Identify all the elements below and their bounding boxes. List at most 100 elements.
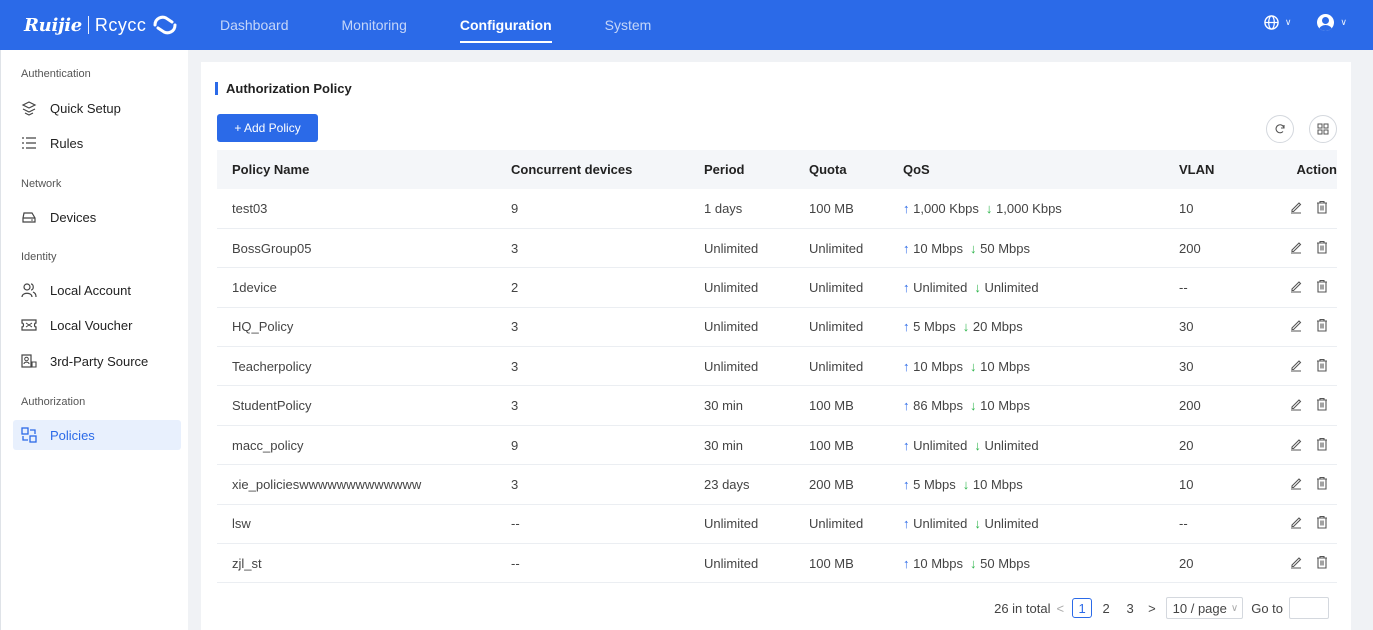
arrow-up-icon: ↑ — [903, 555, 910, 571]
sidebar-item-local-voucher[interactable]: Local Voucher — [13, 310, 181, 340]
cell-action — [1275, 228, 1337, 269]
sidebar-item-quick-setup[interactable]: Quick Setup — [13, 93, 181, 123]
edit-icon[interactable] — [1289, 437, 1303, 451]
cell-period: 30 min — [704, 385, 809, 426]
tab-system[interactable]: System — [605, 0, 652, 50]
table-row: test03 9 1 days 100 MB ↑ 1,000 Kbps ↓ 1,000 K… — [217, 189, 1337, 229]
delete-icon[interactable] — [1315, 555, 1329, 569]
column-header-quota[interactable]: Quota — [809, 150, 903, 189]
cell-action — [1275, 464, 1337, 505]
edit-icon[interactable] — [1289, 397, 1303, 411]
edit-icon[interactable] — [1289, 240, 1303, 254]
edit-icon[interactable] — [1289, 279, 1303, 293]
delete-icon[interactable] — [1315, 240, 1329, 254]
cell-qos: ↑ 10 Mbps ↓ 10 Mbps — [903, 346, 1179, 387]
arrow-up-icon: ↑ — [903, 200, 910, 216]
qos-down-value: 10 Mbps — [980, 358, 1030, 374]
cell-action — [1275, 307, 1337, 348]
sidebar-item-label: Local Account — [50, 282, 131, 298]
tab-monitoring[interactable]: Monitoring — [342, 0, 407, 50]
sidebar-item-label: Devices — [50, 209, 97, 225]
column-header-period[interactable]: Period — [704, 150, 809, 189]
table-row: 1device 2 Unlimited Unlimited ↑ Unlimited ↓ U… — [217, 267, 1337, 308]
sidebar-item-3rd-party-source[interactable]: 3rd-Party Source — [13, 346, 181, 376]
refresh-button[interactable] — [1266, 115, 1294, 143]
column-header-concurrent-devices[interactable]: Concurrent devices — [511, 150, 704, 189]
edit-icon[interactable] — [1289, 358, 1303, 372]
delete-icon[interactable] — [1315, 318, 1329, 332]
arrow-down-icon: ↓ — [974, 279, 981, 295]
delete-icon[interactable] — [1315, 397, 1329, 411]
logo[interactable]: Ruijie Rcycc — [24, 12, 178, 38]
delete-icon[interactable] — [1315, 200, 1329, 214]
sidebar-group-identity: Identity — [21, 251, 57, 263]
user-chevron-down-icon[interactable]: ∨ — [1340, 17, 1347, 28]
table-row: macc_policy 9 30 min 100 MB ↑ Unlimited ↓ Unl… — [217, 425, 1337, 466]
edit-icon[interactable] — [1289, 318, 1303, 332]
cell-policy-name: zjl_st — [217, 543, 511, 584]
tab-configuration[interactable]: Configuration — [459, 0, 552, 50]
delete-icon[interactable] — [1315, 515, 1329, 529]
page-size-value: 10 / page — [1172, 600, 1227, 616]
qos-down-value: Unlimited — [984, 437, 1039, 453]
qos-down-value: 1,000 Kbps — [996, 200, 1062, 216]
qos-down-value: 50 Mbps — [980, 240, 1030, 256]
cell-vlan: 20 — [1179, 425, 1275, 466]
policy-table: Policy Name Concurrent devices Period Qu… — [217, 150, 1337, 584]
cell-concurrent-devices: 3 — [511, 228, 704, 269]
delete-icon[interactable] — [1315, 358, 1329, 372]
cell-concurrent-devices: 3 — [511, 346, 704, 387]
qos-down-value: 10 Mbps — [980, 398, 1030, 414]
edit-icon[interactable] — [1289, 200, 1303, 214]
quick-setup-icon — [21, 100, 37, 116]
cell-period: 23 days — [704, 464, 809, 505]
page-3-button[interactable]: 3 — [1120, 598, 1140, 618]
prev-page-icon[interactable]: < — [1056, 601, 1064, 616]
column-header-qos[interactable]: QoS — [903, 150, 1179, 189]
sidebar-item-devices[interactable]: Devices — [13, 202, 181, 232]
column-header-policy-name[interactable]: Policy Name — [217, 150, 511, 189]
user-avatar-icon[interactable] — [1317, 14, 1335, 31]
edit-icon[interactable] — [1289, 555, 1303, 569]
goto-label: Go to — [1251, 600, 1283, 616]
globe-icon[interactable] — [1264, 15, 1279, 30]
sidebar-item-rules[interactable]: Rules — [13, 128, 181, 158]
cell-policy-name: StudentPolicy — [217, 385, 511, 426]
cell-policy-name: HQ_Policy — [217, 307, 511, 348]
column-header-vlan[interactable]: VLAN — [1179, 150, 1275, 189]
cell-concurrent-devices: 3 — [511, 385, 704, 426]
grid-icon — [1317, 123, 1329, 135]
cell-action — [1275, 267, 1337, 308]
page-1-button[interactable]: 1 — [1072, 598, 1093, 618]
cell-quota: Unlimited — [809, 228, 903, 269]
product-name: Rcycc — [94, 14, 147, 35]
sidebar-group-authorization: Authorization — [21, 396, 86, 408]
delete-icon[interactable] — [1315, 437, 1329, 451]
cell-quota: Unlimited — [809, 267, 903, 308]
arrow-down-icon: ↓ — [985, 200, 993, 216]
qos-up-value: Unlimited — [913, 279, 968, 295]
next-page-icon[interactable]: > — [1148, 601, 1156, 616]
cell-qos: ↑ Unlimited ↓ Unlimited — [903, 267, 1179, 308]
delete-icon[interactable] — [1315, 476, 1329, 490]
page-2-button[interactable]: 2 — [1096, 598, 1116, 618]
qos-down-value: 10 Mbps — [972, 476, 1023, 492]
edit-icon[interactable] — [1289, 515, 1303, 529]
sidebar-item-local-account[interactable]: Local Account — [13, 275, 181, 305]
edit-icon[interactable] — [1289, 476, 1303, 490]
arrow-up-icon: ↑ — [903, 358, 910, 374]
policy-icon — [21, 427, 37, 443]
table-row: HQ_Policy 3 Unlimited Unlimited ↑ 5 Mbps ↓ 20… — [217, 307, 1337, 348]
brand-name: Ruijie — [24, 14, 82, 36]
delete-icon[interactable] — [1315, 279, 1329, 293]
cell-policy-name: lsw — [217, 504, 511, 545]
add-policy-button[interactable]: + Add Policy — [217, 114, 318, 142]
column-settings-button[interactable] — [1309, 115, 1337, 143]
tab-dashboard[interactable]: Dashboard — [220, 0, 289, 50]
goto-page-input[interactable] — [1289, 597, 1329, 619]
sidebar-item-policies[interactable]: Policies — [13, 420, 181, 450]
language-chevron-down-icon[interactable]: ∨ — [1285, 17, 1292, 28]
arrow-down-icon: ↓ — [974, 516, 981, 532]
page-size-select[interactable]: 10 / page ∨ — [1165, 597, 1244, 619]
table-row: StudentPolicy 3 30 min 100 MB ↑ 86 Mbps ↓ 10 … — [217, 385, 1337, 426]
